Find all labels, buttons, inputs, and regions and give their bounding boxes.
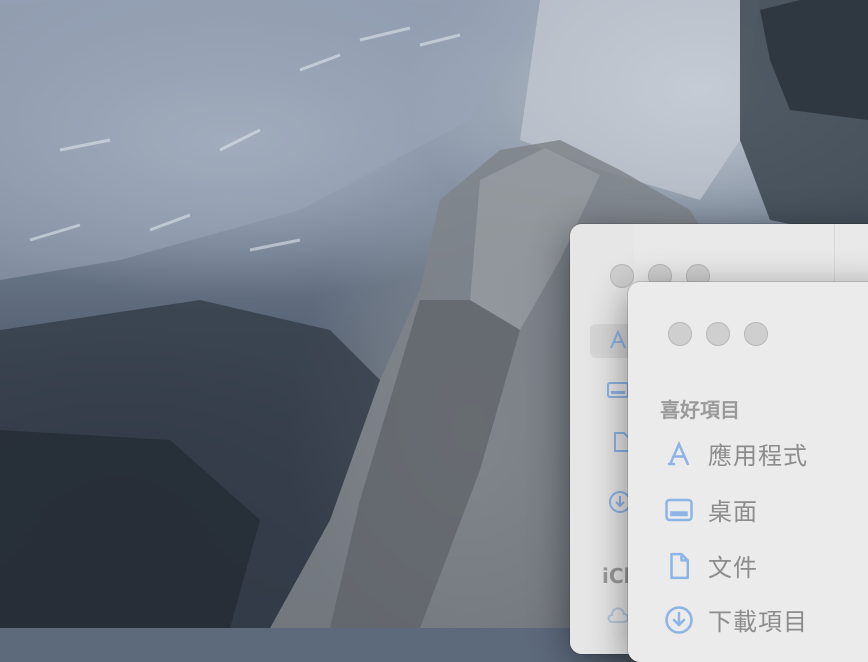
document-icon: [664, 551, 694, 581]
sidebar-item-label: 應用程式: [708, 442, 808, 470]
traffic-lights: [668, 322, 768, 346]
sidebar-item-applications[interactable]: 應用程式: [664, 436, 808, 471]
applications-icon[interactable]: [606, 328, 630, 352]
minimize-button[interactable]: [706, 322, 730, 346]
sidebar-item-desktop[interactable]: 桌面: [664, 492, 758, 527]
finder-window-front[interactable]: 喜好項目 應用程式 桌面 文件 下載項目: [628, 282, 868, 662]
desktop-icon[interactable]: [606, 378, 630, 402]
sidebar-section-icloud: iCl: [602, 564, 631, 588]
downloads-icon: [664, 605, 694, 635]
icloud-drive-icon[interactable]: [606, 604, 630, 628]
sidebar-section-favorites: 喜好項目: [660, 398, 740, 422]
sidebar-item-label: 桌面: [708, 498, 758, 526]
close-button[interactable]: [668, 322, 692, 346]
sidebar-item-label: 文件: [708, 554, 758, 582]
close-button[interactable]: [610, 264, 634, 288]
sidebar-item-documents[interactable]: 文件: [664, 548, 758, 583]
toolbar-divider: [834, 224, 835, 284]
desktop-icon: [664, 495, 694, 525]
sidebar-item-downloads[interactable]: 下載項目: [664, 602, 808, 637]
zoom-button[interactable]: [744, 322, 768, 346]
applications-icon: [664, 439, 694, 469]
sidebar-item-label: 下載項目: [708, 608, 808, 636]
